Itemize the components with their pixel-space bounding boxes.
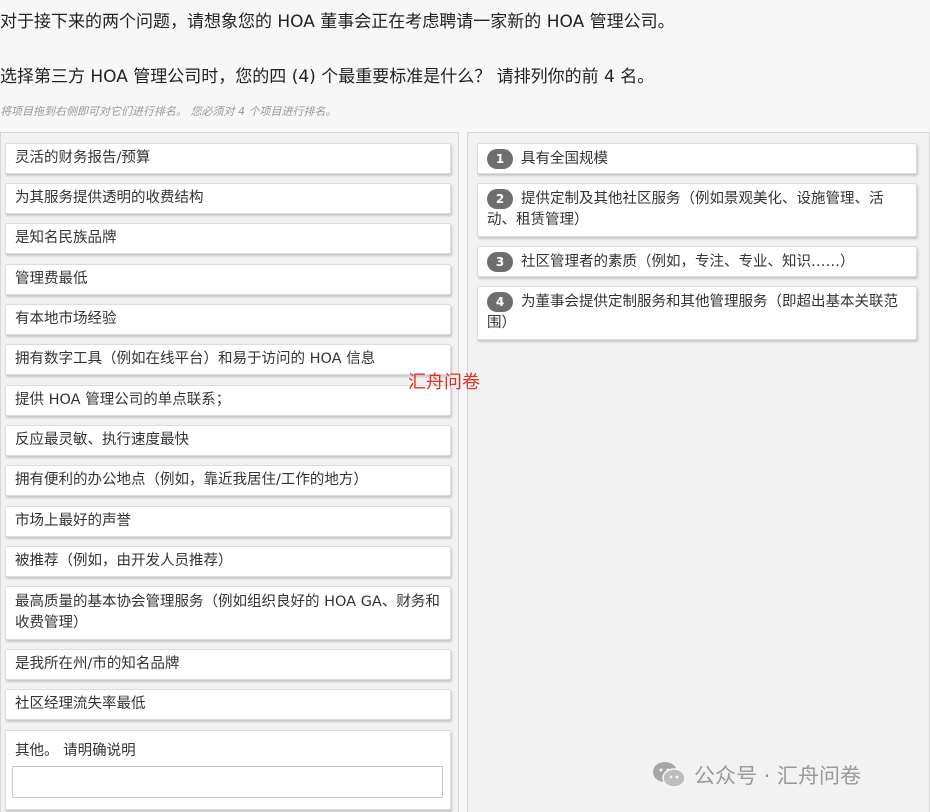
available-item[interactable]: 反应最灵敏、执行速度最快 (5, 425, 451, 456)
available-item[interactable]: 市场上最好的声誉 (5, 506, 451, 537)
instruction-text: 将项目拖到右侧即可对它们进行排名。 您必须对 4 个项目进行排名。 (0, 105, 337, 118)
question-text: 选择第三方 HOA 管理公司时，您的四 (4) 个最重要标准是什么？ 请排列你的… (0, 67, 655, 87)
watermark-bottom-text: 公众号 · 汇舟问卷 (694, 764, 862, 788)
available-item[interactable]: 灵活的财务报告/预算 (5, 143, 451, 174)
available-item[interactable]: 为其服务提供透明的收费结构 (5, 183, 451, 214)
watermark-bottom: 公众号 · 汇舟问卷 (652, 760, 861, 790)
available-item[interactable]: 被推荐（例如，由开发人员推荐） (5, 546, 451, 577)
intro-text: 对于接下来的两个问题，请想象您的 HOA 董事会正在考虑聘请一家新的 HOA 管… (0, 12, 675, 32)
ranked-item[interactable]: 3 社区管理者的素质（例如，专注、专业、知识……） (477, 246, 917, 277)
available-item[interactable]: 有本地市场经验 (5, 304, 451, 335)
available-item[interactable]: 最高质量的基本协会管理服务（例如组织良好的 HOA GA、财务和收费管理） (5, 586, 451, 640)
other-label: 其他。 请明确说明 (15, 743, 136, 759)
available-item[interactable]: 管理费最低 (5, 264, 451, 295)
available-item[interactable]: 是知名民族品牌 (5, 223, 451, 254)
ranked-item[interactable]: 1 具有全国规模 (477, 143, 917, 174)
available-item[interactable]: 提供 HOA 管理公司的单点联系； (5, 385, 451, 416)
rank-badge: 1 (487, 149, 513, 169)
available-item[interactable]: 社区经理流失率最低 (5, 689, 451, 720)
ranked-items-panel: 1 具有全国规模 2 提供定制及其他社区服务（例如景观美化、设施管理、活动、租赁… (467, 132, 930, 812)
ranked-item[interactable]: 2 提供定制及其他社区服务（例如景观美化、设施管理、活动、租赁管理） (477, 183, 917, 237)
available-item[interactable]: 拥有数字工具（例如在线平台）和易于访问的 HOA 信息 (5, 344, 451, 375)
other-option[interactable]: 其他。 请明确说明 (5, 730, 451, 810)
other-text-input[interactable] (12, 766, 443, 798)
watermark-center: 汇舟问卷 (408, 372, 480, 393)
available-items-panel: 灵活的财务报告/预算 为其服务提供透明的收费结构 是知名民族品牌 管理费最低 有… (0, 132, 459, 812)
available-item[interactable]: 是我所在州/市的知名品牌 (5, 649, 451, 680)
rank-badge: 3 (487, 252, 513, 272)
wechat-icon (653, 762, 686, 788)
available-item[interactable]: 拥有便利的办公地点（例如，靠近我居住/工作的地方） (5, 465, 451, 496)
ranked-item[interactable]: 4 为董事会提供定制服务和其他管理服务（即超出基本关联范围） (477, 286, 917, 340)
